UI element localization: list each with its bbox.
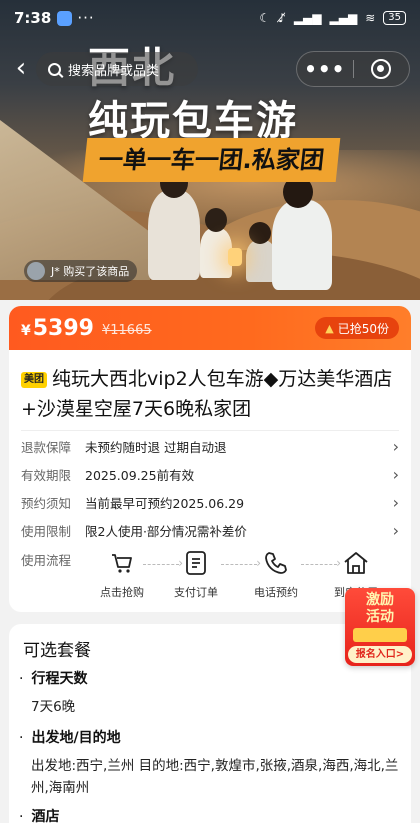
person [148, 190, 200, 280]
info-row-value: 未预约随时退 过期自动退 [85, 439, 227, 455]
flow-step-label: 支付订单 [174, 586, 218, 599]
search-placeholder: 搜索品牌或品类 [68, 63, 160, 79]
battery-icon: 35 [383, 11, 406, 25]
avatar [27, 262, 45, 280]
fire-icon: ▲ [325, 321, 334, 335]
chevron-right-icon: › [392, 492, 399, 512]
meituan-tag: 美团 [21, 372, 47, 388]
info-row-limits[interactable]: 使用限制 限2人使用·部分情况需补差价 › [21, 518, 399, 542]
usage-flow-label: 使用流程 [21, 553, 72, 568]
person-head [205, 208, 227, 232]
info-row-value: 2025.09.25前有效 [85, 467, 195, 483]
chevron-right-icon: › [392, 436, 399, 456]
recent-buyer-badge: J* 购买了该商品 [24, 260, 138, 282]
flow-step-buy: 点击抢购 [87, 546, 157, 600]
sold-count-badge: ▲ 已抢50份 [315, 317, 399, 339]
info-row-label: 有效期限 [21, 467, 72, 483]
status-icons: ☾ ♪̸ ▂▄▆ ▂▄▆ ≋ 35 [259, 11, 406, 25]
close-mini-program-button[interactable] [353, 59, 409, 79]
cart-icon [87, 546, 157, 580]
person-head [249, 222, 271, 244]
info-row-validity[interactable]: 有效期限 2025.09.25前有效 › [21, 462, 399, 486]
info-row-label: 预约须知 [21, 495, 72, 511]
mute-icon: ♪̸ [278, 11, 286, 25]
product-title: 美团 纯玩大西北vip2人包车游◆万达美华酒店+沙漠星空屋7天6晚私家团 [21, 364, 401, 424]
sold-count: 已抢50份 [337, 321, 389, 336]
phone-icon [241, 546, 311, 580]
signup-entry-button[interactable]: 报名入口> [348, 646, 412, 663]
currency-symbol: ¥ [21, 323, 31, 339]
flow-step-label: 点击抢购 [100, 586, 144, 599]
info-row-refund[interactable]: 退款保障 未预约随时退 过期自动退 › [21, 434, 399, 458]
package-attr-label-text: 行程天数 [31, 671, 88, 687]
search-bar[interactable]: 搜索品牌或品类 [36, 52, 198, 86]
package-attr-label: · 出发地/目的地 [19, 727, 121, 747]
info-row-label: 退款保障 [21, 439, 72, 455]
promo-title: 激励 活动 [345, 592, 415, 626]
promo-title-line2: 活动 [366, 609, 394, 625]
buyer-text: J* 购买了该商品 [51, 265, 130, 278]
flow-step-call: 电话预约 [241, 546, 311, 600]
gift-icon [353, 628, 407, 642]
bullet: · [19, 809, 24, 823]
status-bar: 7:38 ··· ☾ ♪̸ ▂▄▆ ▂▄▆ ≋ 35 [0, 0, 420, 36]
info-row-value: 当前最早可预约2025.06.29 [85, 495, 245, 511]
hero-image[interactable]: 西北 纯玩包车游 一单一车一团.私家团 [0, 0, 420, 300]
chevron-left-icon: ‹ [15, 53, 27, 83]
package-attr-label: · 行程天数 [19, 668, 87, 688]
signal-icon: ▂▄▆ [329, 11, 358, 25]
order-icon [161, 546, 231, 580]
package-attr-value: 7天6晚 [31, 699, 76, 715]
price-bar: ¥ 5399 ¥11665 ▲ 已抢50份 [9, 306, 411, 350]
person [272, 200, 332, 290]
target-icon [371, 59, 392, 79]
promo-title-line1: 激励 [366, 592, 394, 608]
top-nav: ‹ 搜索品牌或品类 ••• [0, 50, 420, 88]
info-row-booking[interactable]: 预约须知 当前最早可预约2025.06.29 › [21, 490, 399, 514]
bullet: · [19, 730, 24, 746]
status-more: ··· [77, 9, 95, 27]
divider [21, 430, 399, 431]
info-row-label: 使用限制 [21, 523, 72, 539]
package-attr-value: 出发地:西宁,兰州 目的地:西宁,敦煌市,张掖,酒泉,海西,海北,兰州,海南州 [31, 758, 399, 796]
wifi-icon: ≋ [365, 11, 376, 25]
store-icon [321, 546, 391, 580]
chevron-right-icon: › [392, 520, 399, 540]
original-price: ¥11665 [101, 322, 152, 338]
current-price: 5399 [32, 315, 94, 341]
moon-icon: ☾ [259, 11, 271, 25]
info-row-value: 限2人使用·部分情况需补差价 [85, 523, 247, 539]
search-icon [48, 62, 61, 76]
section-title: 可选套餐 [23, 641, 91, 661]
chevron-right-icon: › [392, 464, 399, 484]
mini-program-capsule: ••• [296, 51, 410, 87]
back-button[interactable]: ‹ [6, 54, 36, 84]
signal-icon: ▂▄▆ [293, 11, 322, 25]
bullet: · [19, 671, 24, 687]
flow-step-pay: 支付订单 [161, 546, 231, 600]
flow-step-label: 电话预约 [254, 586, 298, 599]
package-attr-label-text: 酒店 [31, 809, 60, 823]
product-title-text: 纯玩大西北vip2人包车游◆万达美华酒店+沙漠星空屋7天6晚私家团 [21, 368, 393, 420]
package-attr-label-text: 出发地/目的地 [31, 730, 121, 746]
product-detail-page: 西北 纯玩包车游 一单一车一团.私家团 7:38 ··· ☾ ♪̸ ▂▄▆ ▂▄… [0, 0, 420, 823]
more-button[interactable]: ••• [297, 54, 353, 84]
package-attr-label: · 酒店 [19, 806, 59, 823]
product-info-card: 美团 纯玩大西北vip2人包车游◆万达美华酒店+沙漠星空屋7天6晚私家团 退款保障… [9, 350, 411, 612]
incentive-activity-widget[interactable]: 激励 活动 报名入口> [345, 588, 415, 666]
status-time: 7:38 [14, 9, 52, 27]
app-notification-icon [57, 10, 73, 26]
hero-banner: 一单一车一团.私家团 [82, 138, 341, 182]
lantern [228, 248, 242, 266]
